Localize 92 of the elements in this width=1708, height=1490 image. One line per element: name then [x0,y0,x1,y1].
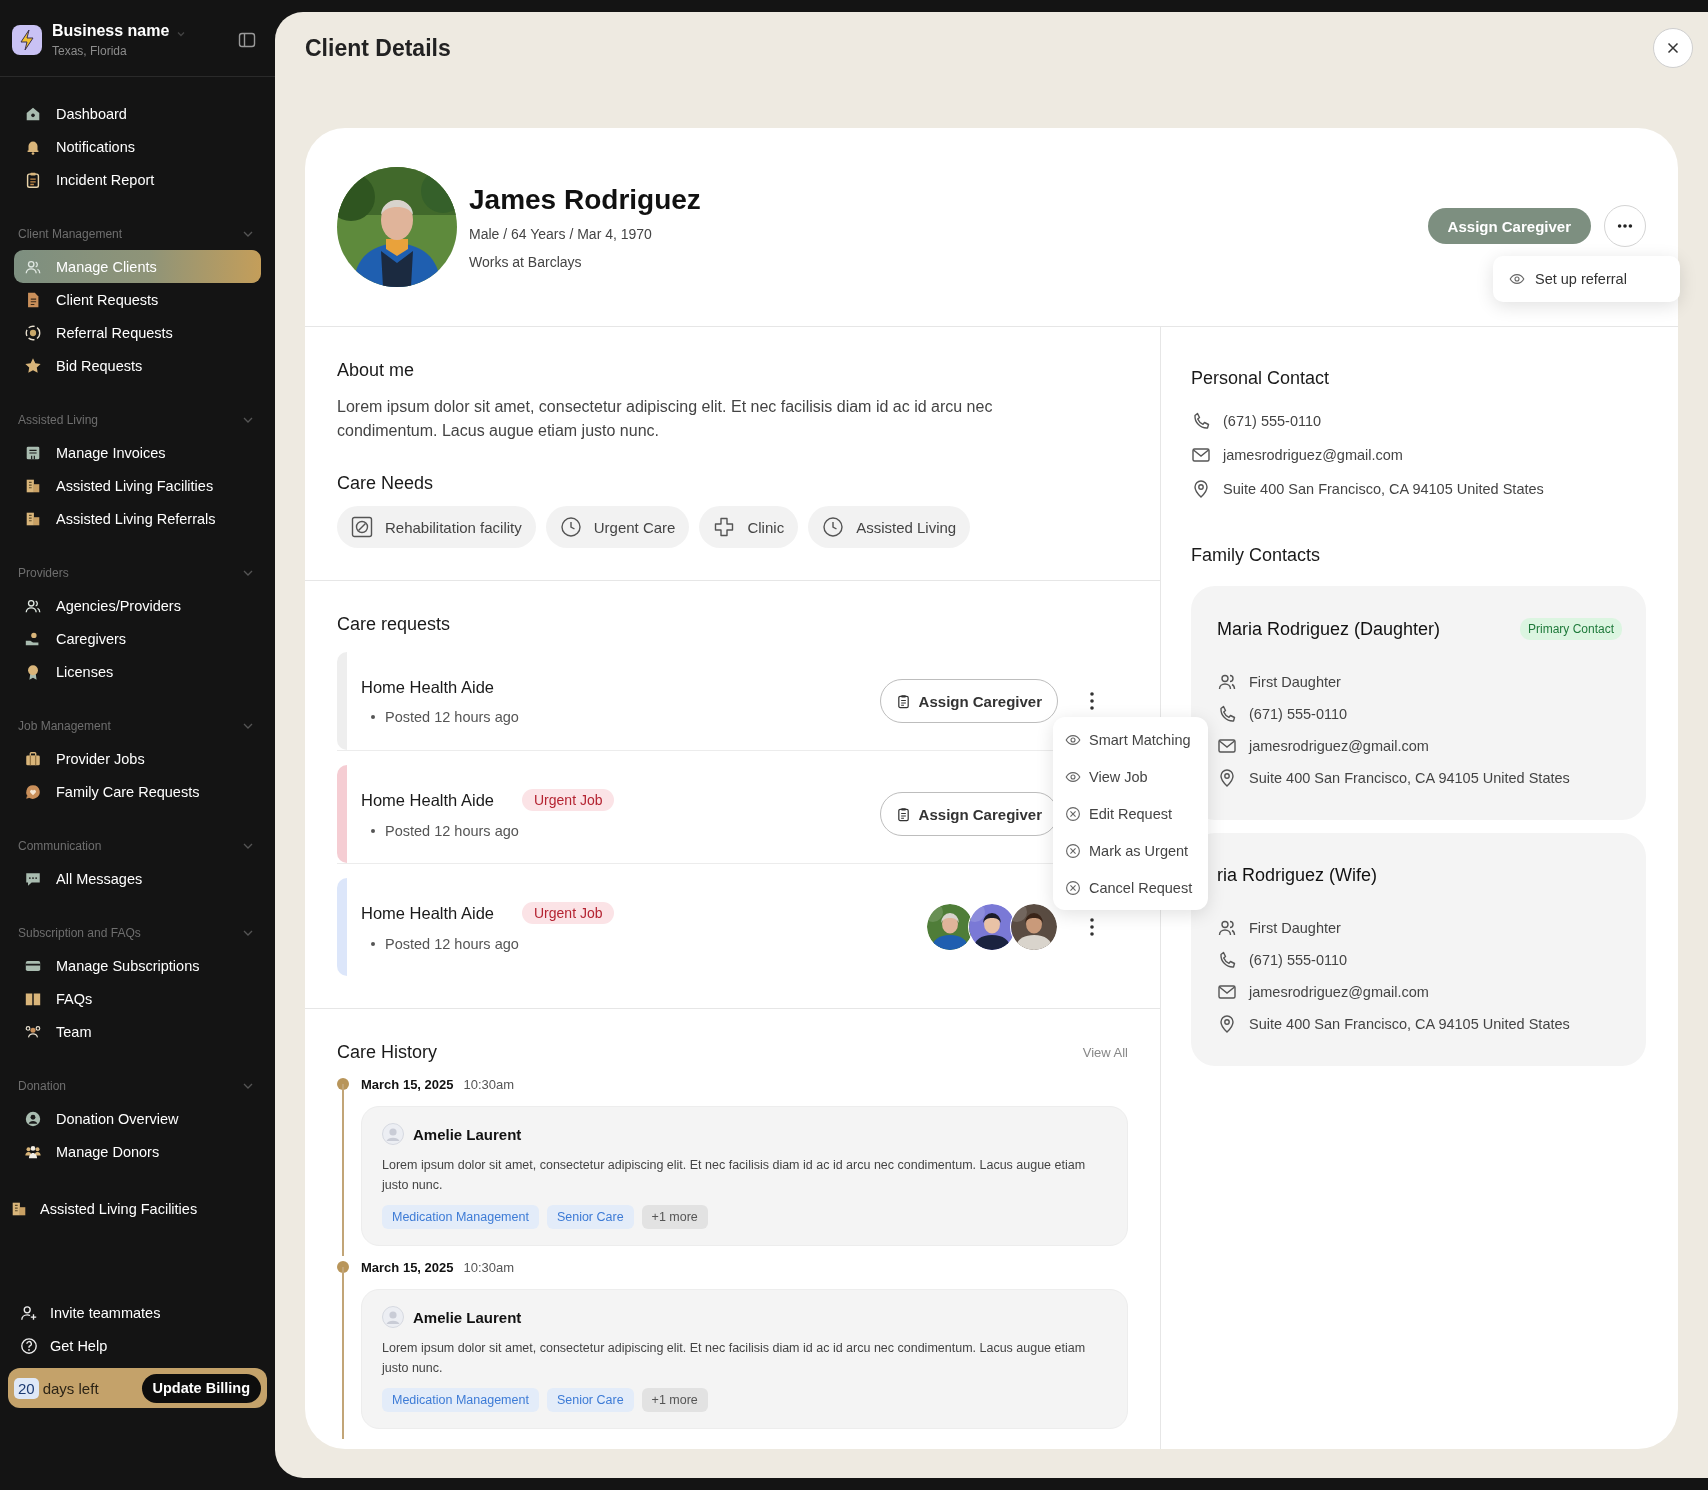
days-count: 20 [14,1377,39,1399]
more-tag[interactable]: +1 more [641,1388,708,1412]
business-location: Texas, Florida [52,44,128,58]
nav-item[interactable]: Assisted Living Referrals [14,502,261,535]
nav-item[interactable]: Donation Overview [14,1102,261,1135]
nav-item[interactable]: Agencies/Providers [14,589,261,622]
care-need-chip: Clinic [699,506,799,548]
days-left-label: days left [42,1379,99,1397]
client-name: James Rodriguez [469,184,701,216]
nav-item[interactable]: Assisted Living Facilities [10,1192,261,1225]
footer-link[interactable]: Get Help [8,1329,267,1362]
nav-item[interactable]: Bid Requests [14,349,261,382]
contact-text: (671) 555-0110 [1249,706,1348,722]
section-heading: Care requests [337,614,452,635]
section-heading: Client Management [18,227,123,241]
nav-item[interactable]: Client Requests [14,283,261,316]
posted-time: Posted 12 hours ago [385,823,519,839]
contact-name: ria Rodriguez (Wife) [1217,865,1378,886]
contact-text: Suite 400 San Francisco, CA 94105 United States [1249,770,1570,786]
more-tag[interactable]: +1 more [641,1205,708,1229]
posted-time: Posted 12 hours ago [385,708,519,725]
nav-item[interactable]: Caregivers [14,622,261,655]
nav-item[interactable]: Manage Donors [14,1135,261,1168]
urgent-badge: Urgent Job [522,902,615,924]
contact-text: Suite 400 San Francisco, CA 94105 United States [1249,1016,1570,1032]
care-need-chip: Urgent Care [545,506,690,548]
nav-item[interactable]: Incident Report [14,163,261,196]
section-heading: Assisted Living [18,413,99,427]
note-text: Lorem ipsum dolor sit amet, consectetur adipiscing elit. Et nec facilisis diam id ac id arcu nec condimentum. Lacus augue etiam justo nunc. [382,1340,1087,1377]
entry-time: 10:30am [463,1076,515,1092]
entry-date: March 15, 2025 [361,1259,454,1275]
view-all-link[interactable]: View All [1082,1045,1128,1060]
section-heading: About me [337,360,416,381]
nav-item[interactable]: Licenses [14,655,261,688]
author-name: Amelie Laurent [413,1125,522,1143]
contact-text: jamesrodriguez@gmail.com [1249,738,1429,754]
section-heading: Donation [18,1079,67,1093]
assign-caregiver-button[interactable]: Assign Caregiver [879,679,1058,723]
update-billing-button[interactable]: Update Billing [141,1373,261,1403]
client-details: Male / 64 Years / Mar 4, 1970 [469,226,653,242]
client-workplace: Works at Barclays [469,254,583,270]
section-heading: Providers [18,566,69,580]
author-name: Amelie Laurent [413,1308,522,1326]
note-text: Lorem ipsum dolor sit amet, consectetur adipiscing elit. Et nec facilisis diam id ac id arcu nec condimentum. Lacus augue etiam justo nunc. [382,1157,1087,1194]
section-heading: Care History [337,1042,438,1063]
nav-item[interactable]: Family Care Requests [14,775,261,808]
nav-item[interactable]: Team [14,1015,261,1048]
section-heading: Personal Contact [1191,368,1331,389]
entry-date: March 15, 2025 [361,1076,454,1092]
menu-item[interactable]: Cancel Request [1053,869,1208,906]
contact-text: jamesrodriguez@gmail.com [1249,984,1429,1000]
footer-link[interactable]: Invite teammates [8,1296,267,1329]
urgent-badge: Urgent Job [522,789,615,811]
tag: Medication Management [382,1205,539,1229]
menu-item[interactable]: View Job [1053,758,1208,795]
request-title: Home Health Aide [361,677,494,697]
nav-item[interactable]: Referral Requests [14,316,261,349]
nav-item[interactable]: All Messages [14,862,261,895]
contact-text: Suite 400 San Francisco, CA 94105 United States [1223,481,1544,497]
section-heading: Family Contacts [1191,545,1322,566]
contact-text: First Daughter [1249,674,1341,690]
nav-item[interactable]: Assisted Living Facilities [14,469,261,502]
tag: Medication Management [382,1388,539,1412]
nav-item[interactable]: Manage Invoices [14,436,261,469]
contact-text: (671) 555-0110 [1249,952,1348,968]
nav-item[interactable]: Dashboard [14,97,261,130]
contact-text: (671) 555-0110 [1223,413,1322,429]
section-heading: Job Management [18,719,111,733]
menu-item[interactable]: Smart Matching [1053,721,1208,758]
section-heading: Subscription and FAQs [18,926,141,940]
page-title: Client Details [305,34,451,62]
request-title: Home Health Aide [361,790,494,810]
entry-time: 10:30am [463,1259,515,1275]
nav-item[interactable]: Manage Subscriptions [14,949,261,982]
care-need-chip: Rehabilitation facility [337,506,536,548]
menu-item[interactable]: Set up referral [1493,260,1680,298]
nav-item[interactable]: FAQs [14,982,261,1015]
posted-time: Posted 12 hours ago [385,936,519,952]
contact-name: Maria Rodriguez (Daughter) [1217,618,1441,640]
section-heading: Care Needs [337,473,435,494]
business-name[interactable]: Business name [52,22,170,40]
contact-text: First Daughter [1249,920,1341,936]
nav-item[interactable]: Notifications [14,130,261,163]
about-text: Lorem ipsum dolor sit amet, consectetur adipiscing elit. Et nec facilisis diam id ac id arcu nec condimentum. Lacus augue etiam justo nunc. [337,397,994,441]
tag: Senior Care [546,1388,634,1412]
contact-text: jamesrodriguez@gmail.com [1223,447,1403,463]
section-heading: Communication [18,839,102,853]
care-need-chip: Assisted Living [808,506,971,548]
primary-badge: Primary Contact [1519,618,1622,640]
request-title: Home Health Aide [361,903,494,923]
tag: Senior Care [546,1205,634,1229]
nav-item[interactable]: Provider Jobs [14,742,261,775]
